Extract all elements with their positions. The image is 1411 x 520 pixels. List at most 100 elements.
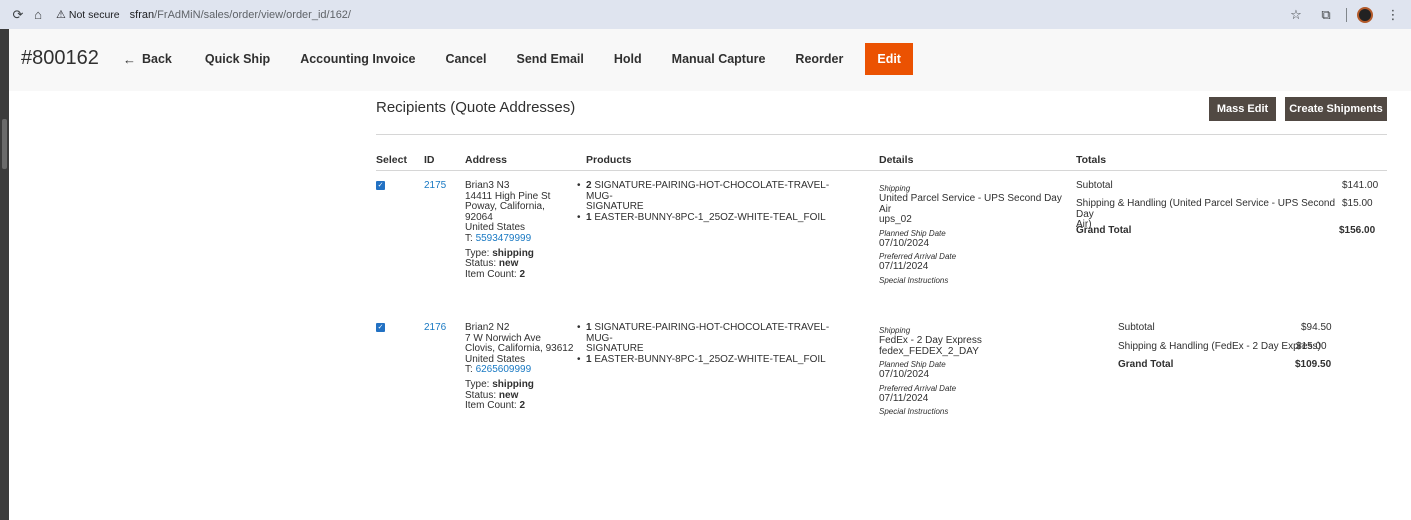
column-header-select: Select [376,154,407,166]
home-icon[interactable]: ⌂ [28,7,48,22]
product-qty: 1 [586,211,592,223]
type-label: Type: [465,247,493,259]
row-select-checkbox[interactable]: ✓ [376,181,385,190]
row-select-checkbox[interactable]: ✓ [376,323,385,332]
reorder-button[interactable]: Reorder [780,43,858,75]
shipping-handling-label: Shipping & Handling (FedEx - 2 Day Expre… [1118,341,1321,352]
warning-icon[interactable]: ⚠ [56,8,66,21]
cancel-button[interactable]: Cancel [430,43,501,75]
status-label: Status: [465,389,499,401]
address-cell: Brian2 N2 7 W Norwich Ave Clovis, Califo… [465,322,580,412]
back-label: Back [142,52,172,66]
phone-prefix: T: [465,364,476,376]
product-qty: 1 [586,353,592,365]
products-list: 1 SIGNATURE-PAIRING-HOT-CHOCOLATE-TRAVEL… [575,322,855,366]
accounting-invoice-button[interactable]: Accounting Invoice [285,43,430,75]
details-cell: Shipping United Parcel Service - UPS Sec… [879,181,1064,286]
edit-button[interactable]: Edit [865,43,913,75]
mass-edit-button[interactable]: Mass Edit [1209,97,1276,121]
item-count-value: 2 [519,268,526,280]
checkmark-icon: ✓ [377,182,384,189]
products-list: 2 SIGNATURE-PAIRING-HOT-CHOCOLATE-TRAVEL… [575,180,855,224]
column-header-details: Details [879,154,914,166]
reload-icon[interactable]: ⟳ [8,7,28,23]
phone-link[interactable]: 5593479999 [476,233,532,244]
scrollbar-thumb[interactable] [2,119,7,169]
hold-button[interactable]: Hold [599,43,657,75]
column-header-totals: Totals [1076,154,1107,166]
recipient-id-link[interactable]: 2175 [424,180,446,192]
not-secure-label: Not secure [68,8,120,21]
column-header-address: Address [465,154,508,166]
page-title: #800162 [21,47,99,69]
arrow-left-icon: ← [123,51,136,67]
column-header-products: Products [586,154,632,166]
grand-total-label: Grand Total [1118,359,1174,370]
product-sku: SIGNATURE-PAIRING-HOT-CHOCOLATE-TRAVEL-M… [586,322,830,344]
instructions-label: Special Instructions [879,275,949,285]
table-header-divider [376,170,1387,171]
section-divider [376,134,1387,135]
profile-avatar[interactable] [1357,6,1373,23]
menu-dots-icon[interactable]: ⋮ [1383,7,1403,23]
product-qty: 1 [586,322,592,333]
subtotal-label: Subtotal [1118,322,1155,333]
back-button[interactable]: ← Back [119,43,190,75]
arrival-date: 07/11/2024 [879,392,929,404]
list-item: 1 EASTER-BUNNY-8PC-1_25OZ-WHITE-TEAL_FOI… [575,211,855,224]
subtotal-value: $94.50 [1301,322,1332,333]
address-bar[interactable]: ⚠ Not secure sfran/FrAdMiN/sales/order/v… [52,4,359,26]
grand-total-value: $156.00 [1339,225,1376,236]
subtotal-label: Subtotal [1076,180,1113,191]
item-count: Item Count: 2 [465,268,575,281]
phone-prefix: T: [465,232,476,244]
status-value: new [498,258,519,270]
grand-total-value: $109.50 [1295,359,1332,370]
section-title: Recipients (Quote Addresses) [376,99,576,116]
create-shipments-button[interactable]: Create Shipments [1285,97,1387,121]
url-host: sfran [129,8,155,21]
action-bar: ← Back Quick Ship Accounting Invoice Can… [119,43,913,75]
details-cell: Shipping FedEx - 2 Day Express fedex_FED… [879,323,1064,417]
shipping-handling-value: $15.00 [1296,341,1327,352]
url-path: /FrAdMiN/sales/order/view/order_id/162/ [154,8,351,21]
status-label: Status: [465,258,499,270]
planned-ship-date: 07/10/2024 [879,369,930,381]
list-item: 1 EASTER-BUNNY-8PC-1_25OZ-WHITE-TEAL_FOI… [575,353,855,366]
page-actions-header: #800162 ← Back Quick Ship Accounting Inv… [9,29,1411,91]
toolbar-divider [1346,7,1347,22]
quick-ship-button[interactable]: Quick Ship [190,43,285,75]
carrier-name: United Parcel Service - UPS Second Day [879,193,1062,204]
address-phone: T: 6265609999 [465,365,580,376]
grand-total-label: Grand Total [1076,225,1132,236]
method-code: ups_02 [879,214,912,226]
item-count-label: Item Count: [465,268,520,280]
shipping-handling-value: $15.00 [1342,198,1373,209]
recipient-id-link[interactable]: 2176 [424,322,446,334]
send-email-button[interactable]: Send Email [501,43,598,75]
product-sku-continued: SIGNATURE [586,201,644,213]
type-value: shipping [492,378,534,390]
address-phone: T: 5593479999 [465,232,575,245]
status-value: new [498,389,519,401]
instructions-label: Special Instructions [879,407,949,417]
product-sku: EASTER-BUNNY-8PC-1_25OZ-WHITE-TEAL_FOIL [594,211,826,223]
manual-capture-button[interactable]: Manual Capture [657,43,781,75]
method-code: fedex_FEDEX_2_DAY [879,345,979,357]
product-sku: EASTER-BUNNY-8PC-1_25OZ-WHITE-TEAL_FOIL [594,353,826,365]
product-sku: SIGNATURE-PAIRING-HOT-CHOCOLATE-TRAVEL-M… [586,180,830,202]
product-qty: 2 [586,180,592,191]
product-sku-continued: SIGNATURE [586,343,644,355]
extensions-icon[interactable]: ⧉ [1316,7,1336,23]
list-item: 2 SIGNATURE-PAIRING-HOT-CHOCOLATE-TRAVEL… [575,180,855,213]
item-count: Item Count: 2 [465,400,580,412]
checkmark-icon: ✓ [377,324,384,331]
star-icon[interactable]: ☆ [1286,7,1306,23]
recipient-name: Brian2 N2 [465,322,510,333]
phone-link[interactable]: 6265609999 [476,364,532,376]
arrival-date: 07/11/2024 [879,261,929,273]
planned-ship-date: 07/10/2024 [879,237,930,249]
admin-sidebar-rail [0,29,9,520]
type-label: Type: [465,378,493,390]
list-item: 1 SIGNATURE-PAIRING-HOT-CHOCOLATE-TRAVEL… [575,322,855,355]
